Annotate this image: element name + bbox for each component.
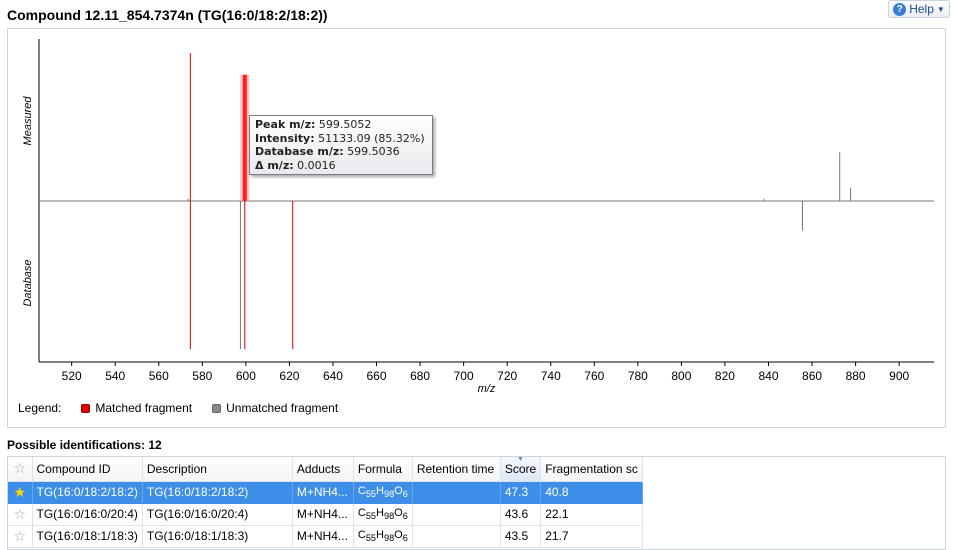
column-header-formula[interactable]: Formula	[353, 457, 413, 482]
cell-formula: C55H98O6	[353, 503, 413, 526]
cell-fragmentation-score: 40.8	[540, 481, 643, 504]
column-header-adducts[interactable]: Adducts	[292, 457, 354, 482]
cell-compound-id: TG(16:0/18:1/18:3)	[32, 525, 143, 548]
cell-adducts: M+NH4...	[292, 481, 354, 504]
tooltip-delta-label: Δ m/z:	[255, 158, 294, 172]
table-row[interactable]: ★ TG(16:0/18:2/18:2) TG(16:0/18:2/18:2) M+N…	[8, 481, 643, 504]
x-tick-label: 720	[497, 369, 517, 383]
cell-formula: C55H98O6	[353, 525, 413, 548]
formula-o-count: 6	[402, 489, 408, 500]
help-icon: ?	[893, 2, 907, 16]
cell-description: TG(16:0/18:2/18:2)	[142, 481, 293, 504]
x-tick-label: 820	[715, 369, 735, 383]
column-header-compound-id[interactable]: Compound ID	[32, 457, 143, 482]
formula-o-count: 6	[402, 533, 408, 544]
x-tick-label: 880	[846, 369, 866, 383]
legend-unmatched-swatch	[212, 403, 222, 413]
tooltip-peak-label: Peak m/z:	[255, 118, 316, 131]
formula-c-count: 55	[365, 511, 377, 522]
tooltip-peak-value: 599.5052	[318, 118, 372, 131]
legend-label: Legend:	[18, 401, 62, 415]
favorite-toggle[interactable]: ★	[8, 481, 33, 504]
x-tick-label: 760	[584, 369, 604, 383]
x-tick-label: 600	[236, 369, 256, 383]
column-header-retention-time[interactable]: Retention time	[412, 457, 501, 482]
measured-axis-label: Measured	[22, 96, 34, 146]
column-header-fragmentation-score[interactable]: Fragmentation sc	[540, 457, 643, 482]
x-tick-label: 860	[802, 369, 822, 383]
formula-h-count: 98	[383, 489, 395, 500]
cell-adducts: M+NH4...	[292, 525, 354, 548]
peak-tooltip: Peak m/z: 599.5052 Intensity: 51133.09 (…	[249, 115, 433, 175]
cell-description: TG(16:0/16:0/20:4)	[142, 503, 293, 526]
x-tick-label: 680	[410, 369, 430, 383]
identifications-grid: ☆ Compound ID Description Adducts Formul…	[7, 456, 946, 550]
x-tick-label: 900	[889, 369, 909, 383]
table-row[interactable]: ☆ TG(16:0/16:0/20:4) TG(16:0/16:0/20:4) M+N…	[8, 503, 643, 526]
legend-unmatched-label: Unmatched fragment	[226, 401, 339, 415]
x-tick-label: 620	[279, 369, 299, 383]
formula-o-count: 6	[402, 511, 408, 522]
column-header-score-label: Score	[504, 461, 537, 476]
legend-matched-swatch	[81, 403, 91, 413]
help-label: Help	[909, 2, 934, 16]
cell-retention-time	[412, 503, 501, 526]
database-axis-label: Database	[22, 259, 34, 306]
x-tick-label: 640	[323, 369, 343, 383]
x-tick-label: 580	[192, 369, 212, 383]
x-tick-label: 740	[541, 369, 561, 383]
cell-score: 43.5	[500, 525, 542, 548]
tooltip-db-value: 599.5036	[347, 145, 400, 158]
page-title: Compound 12.11_854.7374n (TG(16:0/18:2/1…	[7, 7, 328, 23]
cell-fragmentation-score: 21.7	[540, 525, 643, 548]
favorite-toggle[interactable]: ☆	[8, 525, 33, 548]
spectrum-panel: 520 540 560 580 600 620 640 660 680 700 720 740 760 7…	[7, 28, 946, 428]
x-tick-label: 700	[454, 369, 474, 383]
formula-h-count: 98	[383, 511, 395, 522]
formula-c-count: 55	[365, 533, 377, 544]
cell-fragmentation-score: 22.1	[540, 503, 643, 526]
tooltip-delta-value: 0.0016	[297, 158, 336, 172]
star-outline-icon: ☆	[13, 527, 27, 544]
help-button[interactable]: ? Help ▼	[888, 0, 950, 18]
column-header-description[interactable]: Description	[142, 457, 293, 482]
x-tick-label: 840	[758, 369, 778, 383]
identifications-table: ☆ Compound ID Description Adducts Formul…	[8, 457, 643, 548]
formula-h-count: 98	[383, 533, 395, 544]
cell-score: 47.3	[500, 481, 542, 504]
x-tick-label: 800	[671, 369, 691, 383]
tooltip-db-label: Database m/z:	[255, 145, 344, 158]
tooltip-intensity-label: Intensity:	[255, 131, 315, 145]
x-tick-label: 520	[62, 369, 82, 383]
star-outline-icon: ☆	[13, 460, 27, 477]
x-tick-label: 560	[149, 369, 169, 383]
table-header: ☆ Compound ID Description Adducts Formul…	[8, 457, 643, 482]
tooltip-intensity-value: 51133.09 (85.32%)	[318, 131, 425, 145]
chevron-down-icon: ▼	[936, 4, 945, 14]
cell-score: 43.6	[500, 503, 542, 526]
x-tick-label: 660	[367, 369, 387, 383]
identifications-count: Possible identifications: 12	[7, 438, 162, 452]
formula-c-count: 55	[365, 489, 377, 500]
x-axis-label: m/z	[478, 383, 496, 395]
star-outline-icon: ☆	[13, 505, 27, 522]
favorite-column-header[interactable]: ☆	[8, 457, 33, 482]
x-tick-label: 540	[105, 369, 125, 383]
cell-formula: C55H98O6	[353, 481, 413, 504]
cell-adducts: M+NH4...	[292, 503, 354, 526]
x-tick-label: 780	[628, 369, 648, 383]
cell-compound-id: TG(16:0/16:0/20:4)	[32, 503, 143, 526]
cell-retention-time	[412, 525, 501, 548]
star-filled-icon: ★	[13, 483, 27, 500]
cell-compound-id: TG(16:0/18:2/18:2)	[32, 481, 143, 504]
legend-matched-label: Matched fragment	[95, 401, 193, 415]
favorite-toggle[interactable]: ☆	[8, 503, 33, 526]
chart-legend: Legend: Matched fragment Unmatched fragm…	[18, 401, 338, 415]
sort-descending-icon: ▼	[517, 457, 524, 463]
column-header-score[interactable]: ▼ Score	[500, 457, 542, 482]
spectrum-chart[interactable]: 520 540 560 580 600 620 640 660 680 700 720 740 760 7…	[8, 29, 945, 397]
cell-retention-time	[412, 481, 501, 504]
table-row[interactable]: ☆ TG(16:0/18:1/18:3) TG(16:0/18:1/18:3) M+N…	[8, 525, 643, 548]
cell-description: TG(16:0/18:1/18:3)	[142, 525, 293, 548]
